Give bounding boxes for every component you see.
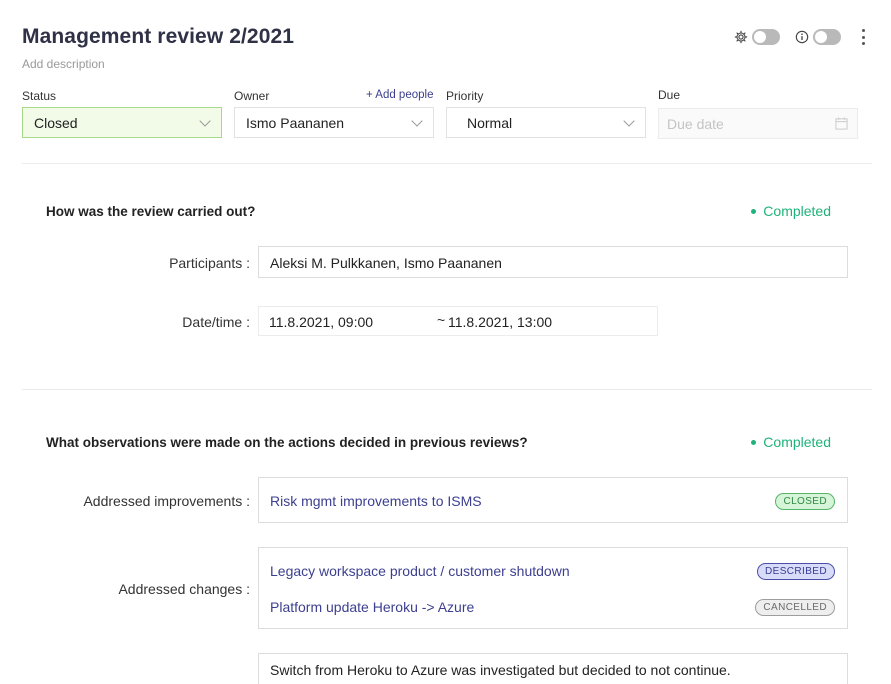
chevron-down-icon	[199, 115, 211, 127]
datetime-label: Date/time :	[182, 314, 250, 330]
range-separator: ~	[437, 312, 446, 328]
info-icon[interactable]	[794, 30, 809, 45]
info-toggle[interactable]	[813, 29, 841, 45]
end-datetime: 11.8.2021, 13:00	[448, 314, 553, 330]
datetime-range-field[interactable]: 11.8.2021, 09:00 ~ 11.8.2021, 13:00	[258, 306, 658, 336]
due-date-placeholder: Due date	[667, 115, 724, 132]
divider	[22, 163, 872, 164]
completed-text: Completed	[763, 434, 831, 450]
participants-value: Aleksi M. Pulkkanen, Ismo Paananen	[270, 255, 502, 271]
page-title[interactable]: Management review 2/2021	[22, 25, 294, 49]
notes-value: Switch from Heroku to Azure was investig…	[270, 662, 731, 678]
due-date-input[interactable]: Due date	[658, 108, 858, 139]
completed-text: Completed	[763, 203, 831, 219]
improvements-label: Addressed improvements :	[83, 493, 250, 509]
chevron-down-icon	[623, 115, 635, 127]
status-badge: CANCELLED	[755, 599, 835, 616]
status-badge: CLOSED	[775, 493, 835, 510]
change-link[interactable]: Legacy workspace product / customer shut…	[270, 563, 570, 579]
improvements-field[interactable]: Risk mgmt improvements to ISMS CLOSED	[258, 477, 848, 523]
improvement-link[interactable]: Risk mgmt improvements to ISMS	[270, 493, 482, 509]
start-datetime: 11.8.2021, 09:00	[269, 314, 374, 330]
add-people-link[interactable]: + Add people	[366, 89, 433, 101]
completed-dot-icon	[751, 439, 757, 445]
top-toolbar	[733, 28, 869, 46]
status-select[interactable]: Closed	[22, 107, 222, 138]
priority-select[interactable]: Normal	[446, 107, 646, 138]
status-badge: DESCRIBED	[757, 563, 835, 580]
settings-toggle[interactable]	[752, 29, 780, 45]
gear-icon[interactable]	[733, 30, 748, 45]
section-title-review: How was the review carried out?	[46, 204, 256, 219]
status-label: Status	[22, 89, 57, 103]
participants-field[interactable]: Aleksi M. Pulkkanen, Ismo Paananen	[258, 246, 848, 278]
priority-value: Normal	[467, 114, 513, 131]
priority-label: Priority	[446, 89, 484, 103]
divider	[22, 389, 872, 390]
status-badge: Completed	[751, 434, 831, 450]
changes-field[interactable]: Legacy workspace product / customer shut…	[258, 547, 848, 629]
calendar-icon[interactable]	[835, 117, 848, 130]
notes-textarea[interactable]: Switch from Heroku to Azure was investig…	[258, 653, 848, 684]
kebab-menu-icon[interactable]	[857, 28, 869, 46]
chevron-down-icon	[411, 115, 423, 127]
participants-label: Participants :	[169, 255, 250, 271]
owner-value: Ismo Paananen	[246, 114, 345, 131]
due-label: Due	[658, 88, 681, 102]
add-description-link[interactable]: Add description	[22, 57, 105, 71]
changes-label: Addressed changes :	[118, 581, 250, 597]
completed-dot-icon	[751, 208, 757, 214]
section-title-observations: What observations were made on the actio…	[46, 435, 528, 450]
owner-label: Owner	[234, 89, 270, 103]
status-value: Closed	[34, 114, 78, 131]
status-badge: Completed	[751, 203, 831, 219]
owner-select[interactable]: Ismo Paananen	[234, 107, 434, 138]
change-link[interactable]: Platform update Heroku -> Azure	[270, 599, 474, 615]
